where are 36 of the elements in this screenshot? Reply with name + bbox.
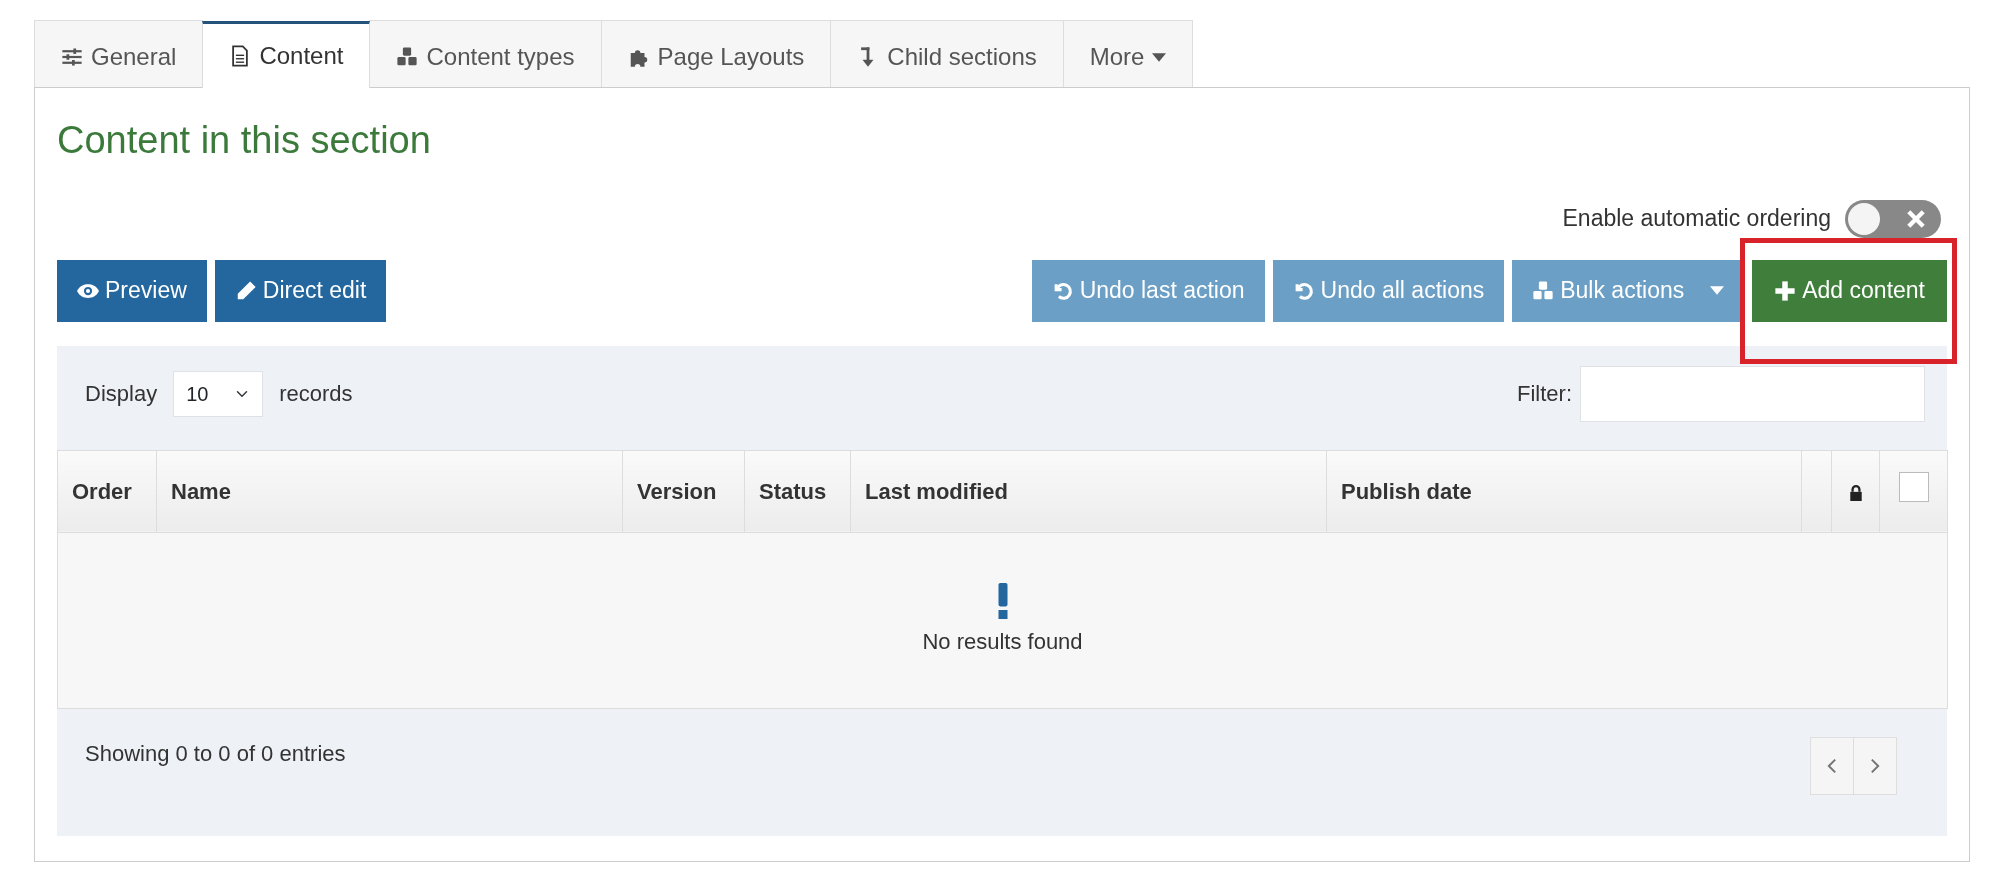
column-header[interactable]: Publish date — [1326, 450, 1802, 533]
tab[interactable]: Content types — [369, 20, 602, 87]
column-header[interactable]: Version — [622, 450, 745, 533]
page-size-select[interactable]: 10 — [173, 370, 264, 417]
cubes-icon — [396, 46, 419, 68]
tab[interactable]: Content — [202, 21, 371, 88]
length-label: records — [279, 380, 353, 409]
add-button[interactable]: Add content — [1752, 259, 1947, 322]
exclamation-icon — [996, 582, 1009, 619]
column-header[interactable]: Name — [156, 450, 623, 533]
filter-label: Filter: — [1517, 380, 1572, 409]
select-all-checkbox[interactable] — [1898, 471, 1929, 502]
chevron-left-icon — [1826, 757, 1838, 774]
column-header[interactable]: Status — [744, 450, 851, 533]
chevron-right-icon — [1869, 757, 1881, 774]
lock-icon — [1848, 484, 1863, 501]
length-label: Display — [85, 380, 158, 409]
column-header[interactable]: Order — [57, 450, 157, 533]
filter-field[interactable] — [1580, 365, 1925, 422]
tab[interactable]: General — [34, 20, 204, 87]
cubes-icon — [1532, 279, 1555, 302]
tab[interactable]: Child sections — [830, 20, 1064, 87]
column-header[interactable]: Last modified — [850, 450, 1327, 533]
plus-icon — [1774, 279, 1797, 302]
tab[interactable]: Page Layouts — [600, 20, 832, 87]
close-icon — [1907, 209, 1925, 228]
toggle-switch[interactable] — [1845, 199, 1941, 238]
sliders-icon — [61, 46, 83, 68]
action-button[interactable]: Preview — [57, 259, 207, 322]
caret-icon — [1710, 286, 1725, 296]
empty-message: No results found — [922, 627, 1083, 656]
tab[interactable]: More — [1062, 20, 1194, 87]
action-button[interactable]: Direct edit — [214, 259, 387, 322]
section-heading: Content in this section — [57, 118, 432, 163]
table-info: Showing 0 to 0 of 0 entries — [85, 739, 346, 768]
toggle-label: Enable automatic ordering — [1562, 204, 1831, 234]
